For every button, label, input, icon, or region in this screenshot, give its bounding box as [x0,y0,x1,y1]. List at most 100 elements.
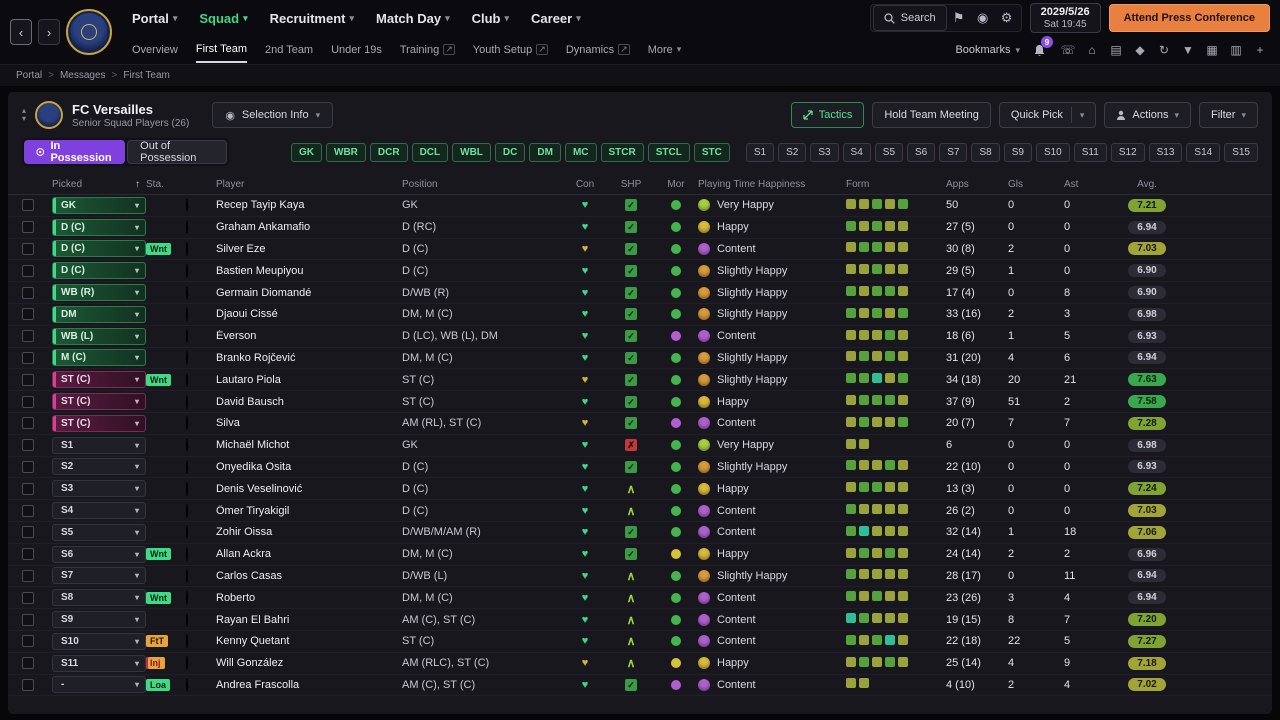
out-of-possession-button[interactable]: Out of Possession [127,140,228,164]
back-button[interactable]: ‹ [10,19,32,45]
column-sta[interactable]: Sta. [146,179,186,190]
column-ast[interactable]: Ast [1064,179,1112,190]
selection-info-dropdown[interactable]: ◉ Selection Info ▾ [212,102,334,128]
column-gls[interactable]: Gls [1008,179,1064,190]
menu-squad[interactable]: Squad ▾ [199,11,247,26]
tab-overview[interactable]: Overview [132,39,178,62]
picked-dropdown[interactable]: GK ▾ [52,196,146,214]
stadium-icon[interactable]: ⌂ [1082,40,1102,60]
player-name[interactable]: Éverson [216,330,402,342]
table-row[interactable]: S8 ▾ Wnt Roberto DM, M (C) ♥ ∧ Content 23… [8,587,1272,610]
row-checkbox[interactable] [22,635,34,648]
gear-icon[interactable]: ⚙ [995,6,1019,30]
slot-filter-s12[interactable]: S12 [1110,142,1145,162]
picked-dropdown[interactable]: S9 ▾ [52,611,146,629]
bookmarks-dropdown[interactable]: Bookmarks ▾ [955,44,1020,56]
slot-filter-s13[interactable]: S13 [1148,142,1183,162]
hold-team-meeting-button[interactable]: Hold Team Meeting [872,102,991,128]
picked-dropdown[interactable]: D (C) ▾ [52,240,146,258]
picked-dropdown[interactable]: ST (C) ▾ [52,393,146,411]
picked-dropdown[interactable]: S11 ▾ [52,654,146,672]
medical-icon[interactable]: + [1250,40,1270,60]
grid-icon[interactable]: ▥ [1226,40,1246,60]
player-name[interactable]: Michaël Michot [216,439,402,451]
position-filter-stcr[interactable]: STCR [600,142,644,162]
table-row[interactable]: S5 ▾ Zohir Oissa D/WB/M/AM (R) ♥ ✓ Conten… [8,521,1272,544]
player-name[interactable]: Djaoui Cissé [216,308,402,320]
picked-dropdown[interactable]: D (C) ▾ [52,218,146,236]
slot-filter-s4[interactable]: S4 [842,142,871,162]
funnel-icon[interactable]: ▼ [1178,40,1198,60]
breadcrumb-item-first-team[interactable]: First Team [123,70,170,81]
column-mor[interactable]: Mor [654,179,698,190]
row-checkbox[interactable] [22,460,34,473]
player-name[interactable]: Will González [216,657,402,669]
position-filter-dcl[interactable]: DCL [411,142,449,162]
table-row[interactable]: S2 ▾ Onyedika Osita D (C) ♥ ✓ Slightly Ha… [8,456,1272,479]
slot-filter-s8[interactable]: S8 [971,142,1000,162]
tab-under-19s[interactable]: Under 19s [331,39,382,62]
row-checkbox[interactable] [22,199,34,212]
menu-portal[interactable]: Portal ▾ [132,11,177,26]
row-checkbox[interactable] [22,351,34,364]
tab-youth-setup[interactable]: Youth Setup ↗ [473,39,548,62]
table-row[interactable]: WB (L) ▾ Éverson D (LC), WB (L), DM ♥ ✓ C… [8,325,1272,348]
row-checkbox[interactable] [22,482,34,495]
column-form[interactable]: Form [846,179,946,190]
row-checkbox[interactable] [22,569,34,582]
column-position[interactable]: Position [402,179,562,190]
table-row[interactable]: S11 ▾ Inj Will González AM (RLC), ST (C) … [8,652,1272,675]
position-filter-dm[interactable]: DM [529,142,561,162]
row-checkbox[interactable] [22,613,34,626]
scroll-arrows[interactable]: ▴ ▾ [22,107,26,123]
table-row[interactable]: S3 ▾ Denis Veselinović D (C) ♥ ∧ Happy 13… [8,478,1272,501]
notes-icon[interactable]: ▤ [1106,40,1126,60]
analysis-icon[interactable]: ◆ [1130,40,1150,60]
tactics-button[interactable]: Tactics [790,102,865,128]
slot-filter-s14[interactable]: S14 [1186,142,1221,162]
player-name[interactable]: Ömer Tiryakigil [216,505,402,517]
position-filter-mc[interactable]: MC [564,142,597,162]
slot-filter-s6[interactable]: S6 [907,142,936,162]
position-filter-gk[interactable]: GK [291,142,323,162]
row-checkbox[interactable] [22,242,34,255]
table-row[interactable]: S1 ▾ Michaël Michot GK ♥ ✗ Very Happy 6 0… [8,434,1272,457]
search-input[interactable]: Search [872,5,947,31]
table-row[interactable]: S9 ▾ Rayan El Bahri AM (C), ST (C) ♥ ∧ Co… [8,609,1272,631]
table-row[interactable]: GK ▾ Recep Tayip Kaya GK ♥ ✓ Very Happy 5… [8,195,1272,217]
slot-filter-s7[interactable]: S7 [939,142,968,162]
row-checkbox[interactable] [22,526,34,539]
forward-button[interactable]: › [38,19,60,45]
row-checkbox[interactable] [22,308,34,321]
picked-dropdown[interactable]: S8 ▾ [52,589,146,607]
filter-dropdown[interactable]: Filter ▾ [1199,102,1258,128]
picked-dropdown[interactable]: WB (R) ▾ [52,284,146,302]
flag-icon[interactable]: ⚑ [947,6,971,30]
attend-press-conference-button[interactable]: Attend Press Conference [1108,4,1270,32]
picked-dropdown[interactable]: S3 ▾ [52,480,146,498]
tab-2nd-team[interactable]: 2nd Team [265,39,313,62]
picked-dropdown[interactable]: S10 ▾ [52,632,146,650]
tab-first-team[interactable]: First Team [195,38,247,63]
game-date[interactable]: 2029/5/26 Sat 19:45 [1029,3,1101,33]
row-checkbox[interactable] [22,439,34,452]
menu-career[interactable]: Career ▾ [531,11,581,26]
slot-filter-s9[interactable]: S9 [1003,142,1032,162]
row-checkbox[interactable] [22,373,34,386]
column-con[interactable]: Con [562,179,608,190]
row-checkbox[interactable] [22,417,34,430]
table-row[interactable]: M (C) ▾ Branko Rojčević DM, M (C) ♥ ✓ Sli… [8,347,1272,370]
column-shp[interactable]: SHP [608,179,654,190]
position-filter-wbr[interactable]: WBR [326,142,366,162]
player-name[interactable]: Allan Ackra [216,548,402,560]
table-row[interactable]: ST (C) ▾ David Bausch ST (C) ♥ ✓ Happy 37… [8,391,1272,413]
table-row[interactable]: D (C) ▾ Wnt Silver Eze D (C) ♥ ✓ Content … [8,238,1272,261]
player-name[interactable]: Carlos Casas [216,570,402,582]
picked-dropdown[interactable]: S2 ▾ [52,458,146,476]
row-checkbox[interactable] [22,221,34,234]
picked-dropdown[interactable]: - ▾ [52,676,146,694]
refresh-icon[interactable]: ↻ [1154,40,1174,60]
slot-filter-s10[interactable]: S10 [1035,142,1070,162]
position-filter-dcr[interactable]: DCR [369,142,408,162]
row-checkbox[interactable] [22,504,34,517]
